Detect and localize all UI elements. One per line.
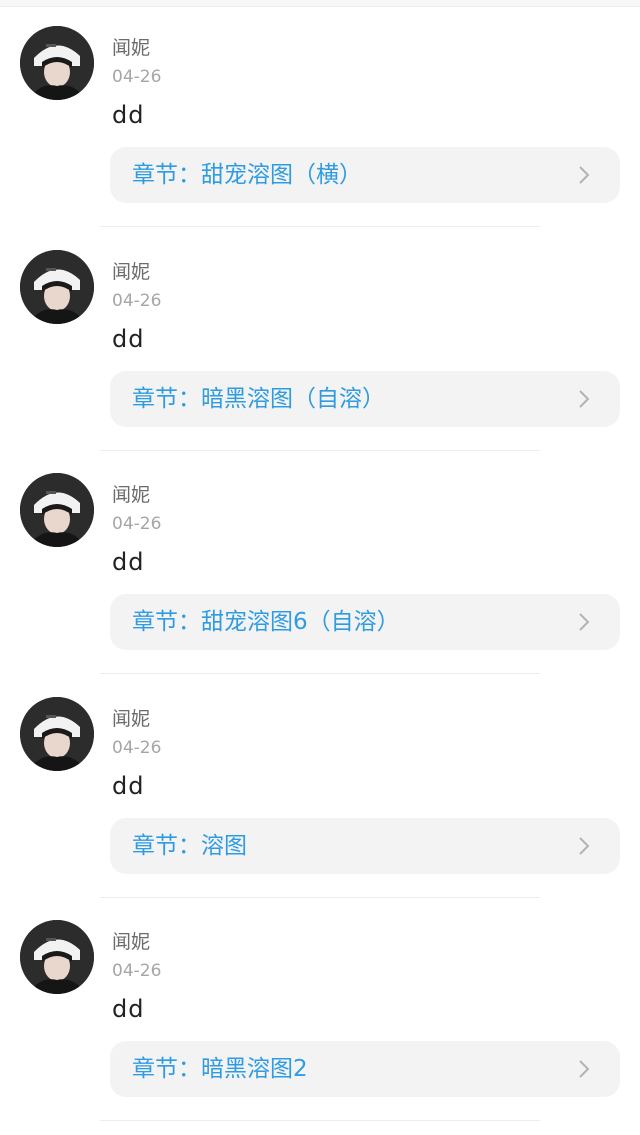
chevron-right-icon <box>579 837 590 855</box>
comment-item: 闻妮 04-26 dd 章节：暗黑溶图2 <box>0 894 640 1121</box>
user-avatar[interactable] <box>20 250 94 324</box>
chapter-label: 章节：暗黑溶图（自溶） <box>132 386 385 412</box>
user-name: 闻妮 <box>112 484 151 506</box>
user-avatar[interactable] <box>20 26 94 100</box>
comment-item: 闻妮 04-26 dd 章节：甜宠溶图（横） <box>0 0 640 227</box>
chevron-right-icon <box>579 166 590 184</box>
chevron-right-icon <box>579 1060 590 1078</box>
comment-text: dd <box>112 772 145 800</box>
chapter-label: 章节：暗黑溶图2 <box>132 1056 308 1082</box>
chapter-link[interactable]: 章节：甜宠溶图6（自溶） <box>110 594 620 650</box>
chapter-label: 章节：甜宠溶图6（自溶） <box>132 609 400 635</box>
comment-date: 04-26 <box>112 291 162 311</box>
chapter-label: 章节：溶图 <box>132 833 247 859</box>
user-name: 闻妮 <box>112 37 151 59</box>
user-name: 闻妮 <box>112 708 151 730</box>
comment-item: 闻妮 04-26 dd 章节：暗黑溶图（自溶） <box>0 224 640 451</box>
divider <box>100 1120 540 1121</box>
comment-date: 04-26 <box>112 961 162 981</box>
comment-date: 04-26 <box>112 738 162 758</box>
user-name: 闻妮 <box>112 261 151 283</box>
comment-item: 闻妮 04-26 dd 章节：甜宠溶图6（自溶） <box>0 447 640 674</box>
user-avatar[interactable] <box>20 473 94 547</box>
chevron-right-icon <box>579 390 590 408</box>
comment-text: dd <box>112 325 145 353</box>
user-avatar[interactable] <box>20 920 94 994</box>
comment-text: dd <box>112 548 145 576</box>
comment-date: 04-26 <box>112 514 162 534</box>
user-avatar[interactable] <box>20 697 94 771</box>
chapter-label: 章节：甜宠溶图（横） <box>132 162 362 188</box>
comment-text: dd <box>112 995 145 1023</box>
user-name: 闻妮 <box>112 931 151 953</box>
chevron-right-icon <box>579 613 590 631</box>
comment-date: 04-26 <box>112 67 162 87</box>
chapter-link[interactable]: 章节：溶图 <box>110 818 620 874</box>
chapter-link[interactable]: 章节：暗黑溶图（自溶） <box>110 371 620 427</box>
chapter-link[interactable]: 章节：暗黑溶图2 <box>110 1041 620 1097</box>
comment-item: 闻妮 04-26 dd 章节：溶图 <box>0 671 640 898</box>
comment-text: dd <box>112 101 145 129</box>
chapter-link[interactable]: 章节：甜宠溶图（横） <box>110 147 620 203</box>
